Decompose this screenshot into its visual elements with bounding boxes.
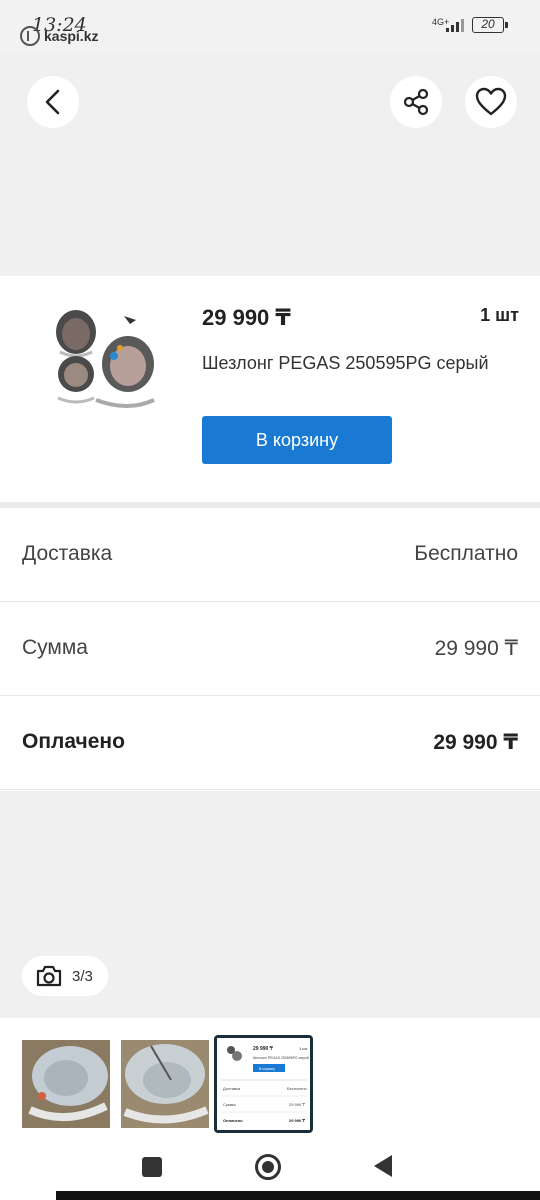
- mini-row-value: 29 990 ₸: [289, 1102, 305, 1107]
- product-image[interactable]: [40, 300, 170, 420]
- chevron-left-icon: [45, 89, 60, 115]
- gesture-bar: [56, 1191, 540, 1200]
- favorite-button[interactable]: [465, 76, 517, 128]
- back-button[interactable]: [27, 76, 79, 128]
- home-icon[interactable]: [255, 1154, 281, 1180]
- photo-counter[interactable]: 3/3: [22, 956, 108, 996]
- kaspi-logo-icon: [20, 26, 40, 46]
- mini-row-label: Доставка: [223, 1086, 241, 1091]
- order-summary: Доставка Бесплатно Сумма 29 990 ₸ Оплаче…: [0, 508, 540, 791]
- share-icon: [403, 88, 429, 116]
- mini-title: Шезлонг PEGAS 250595PG серый: [253, 1056, 309, 1060]
- summary-value: 29 990 ₸: [433, 731, 518, 754]
- mini-row-value: 29 990 ₸: [289, 1118, 305, 1123]
- status-bar: 13:24 kaspi.kz 4G+ 20: [0, 0, 540, 52]
- nav-back-icon[interactable]: [374, 1155, 392, 1177]
- add-to-cart-button[interactable]: В корзину: [202, 416, 392, 464]
- mini-row-label: Оплачено: [223, 1118, 243, 1123]
- mini-qty: 1 шт: [299, 1046, 308, 1051]
- summary-row-sum: Сумма 29 990 ₸: [0, 602, 540, 696]
- mini-price: 29 990 ₸: [253, 1046, 274, 1052]
- summary-value: Бесплатно: [414, 542, 518, 565]
- heart-icon: [475, 87, 507, 116]
- mini-row-label: Сумма: [223, 1102, 236, 1107]
- mini-cart: В корзину: [259, 1067, 275, 1071]
- mini-row-value: Бесплатно: [287, 1086, 308, 1091]
- product-quantity: 1 шт: [480, 305, 519, 325]
- brand: kaspi.kz: [20, 26, 98, 46]
- summary-value: 29 990 ₸: [434, 637, 518, 660]
- photo-counter-label: 3/3: [72, 967, 93, 985]
- share-button[interactable]: [390, 76, 442, 128]
- summary-row-delivery: Доставка Бесплатно: [0, 508, 540, 602]
- signal-icon: [446, 18, 464, 32]
- thumbnail-photo-1[interactable]: [22, 1040, 110, 1128]
- thumbnail-photo-2[interactable]: [121, 1040, 209, 1128]
- product-title[interactable]: Шезлонг PEGAS 250595PG серый: [202, 352, 492, 375]
- brand-label: kaspi.kz: [44, 28, 99, 44]
- camera-icon: [36, 965, 62, 987]
- recent-apps-icon[interactable]: [142, 1157, 162, 1177]
- battery-level: 20: [481, 17, 495, 31]
- thumbnail-screenshot-3[interactable]: 29 990 ₸ 1 шт Шезлонг PEGAS 250595PG сер…: [214, 1035, 313, 1133]
- summary-label: Оплачено: [22, 730, 125, 753]
- summary-label: Сумма: [22, 636, 88, 659]
- summary-row-paid: Оплачено 29 990 ₸: [0, 696, 540, 790]
- summary-label: Доставка: [22, 542, 113, 565]
- battery-icon: 20: [472, 17, 508, 33]
- product-price: 29 990 ₸: [202, 305, 291, 330]
